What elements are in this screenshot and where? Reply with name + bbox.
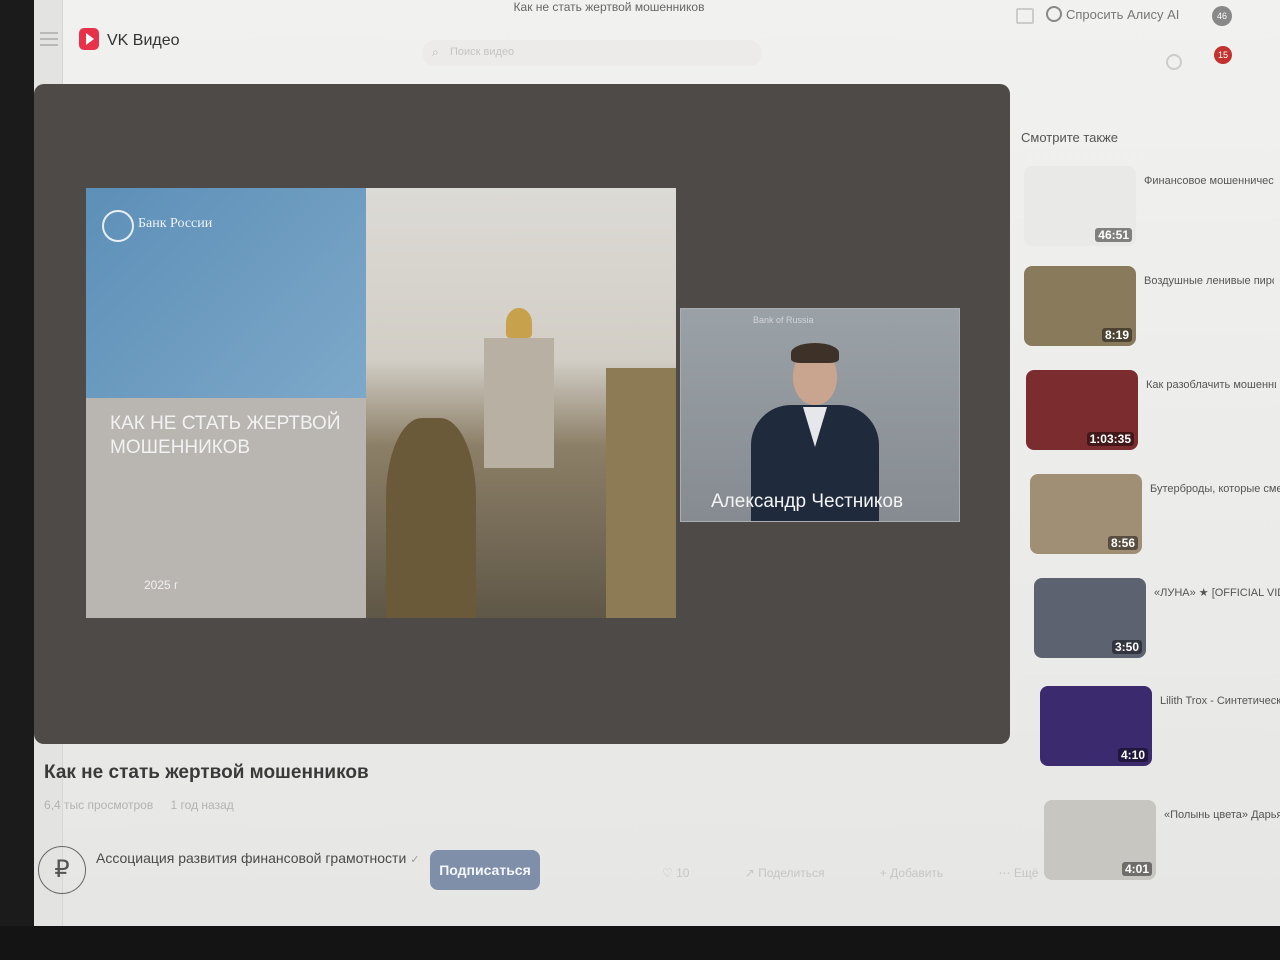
speaker-caption: Александр Честников xyxy=(711,491,904,512)
video-title: Как не стать жертвой мошенников xyxy=(44,762,369,783)
rec-title: Бутерброды, которые сметали за считаные xyxy=(1150,483,1280,495)
rec-thumbnail: 8:19 xyxy=(1024,266,1136,346)
menu-icon[interactable] xyxy=(40,32,58,46)
like-count: 10 xyxy=(676,866,690,880)
ask-alice-button[interactable]: Спросить Алису AI xyxy=(1046,6,1179,22)
speaker-video: Bank of Russia Александр Честников xyxy=(680,308,960,522)
rec-item[interactable]: 8:56 Бутерброды, которые сметали за счит… xyxy=(1030,474,1280,564)
share-button[interactable]: ↗ Поделиться xyxy=(745,866,851,880)
search-icon: ⌕ xyxy=(432,45,439,59)
cast-icon[interactable] xyxy=(1016,8,1034,24)
rec-thumbnail: 4:01 xyxy=(1044,800,1156,880)
subscribe-button[interactable]: Подписаться xyxy=(430,850,540,890)
search-placeholder: Поиск видео xyxy=(450,46,515,58)
projected-screen: Как не стать жертвой мошенников ▭ ⌂ ↗ ◷ … xyxy=(34,0,1280,926)
rec-title: Воздушные ленивые пирожки с фруктами xyxy=(1144,275,1274,287)
video-meta: 6,4 тыс просмотров 1 год назад xyxy=(44,798,248,812)
ask-alice-label: Спросить Алису AI xyxy=(1066,7,1180,22)
projector-frame-bottom xyxy=(0,926,1280,960)
verified-icon: ✓ xyxy=(410,854,420,866)
slide-title: Как не стать жертвой мошенников xyxy=(110,413,341,458)
upload-age: 1 год назад xyxy=(170,798,234,812)
rec-item[interactable]: 4:10 Lilith Trox - Синтетическая вода (В… xyxy=(1040,686,1280,776)
rec-duration: 8:19 xyxy=(1101,328,1132,342)
rec-duration: 4:01 xyxy=(1121,862,1152,876)
vk-video-logo-icon[interactable] xyxy=(79,28,99,50)
speaker-watermark: Bank of Russia xyxy=(753,315,814,325)
rec-title: «Полынь цвета» Дарья Котова | Пр xyxy=(1164,809,1280,821)
refresh-icon[interactable] xyxy=(1166,54,1182,70)
share-label: Поделиться xyxy=(758,866,825,880)
rec-item[interactable]: 8:19 Воздушные ленивые пирожки с фруктам… xyxy=(1024,266,1274,356)
rec-title: Финансовое мошенничество в... xyxy=(1144,175,1274,187)
rec-thumbnail: 3:50 xyxy=(1034,578,1146,658)
rec-item[interactable]: 46:51 Финансовое мошенничество в... xyxy=(1024,166,1274,256)
rec-title: «ЛУНА» ★ [OFFICIAL VIDEO] xyxy=(1154,587,1280,599)
search-input[interactable]: ⌕ Поиск видео xyxy=(422,40,762,66)
channel-avatar[interactable]: ₽ xyxy=(38,846,86,894)
notifications-badge[interactable]: 15 xyxy=(1214,46,1232,64)
rec-thumbnail: 1:03:35 xyxy=(1026,370,1138,450)
browser-tab-title: Как не стать жертвой мошенников xyxy=(513,0,705,14)
rec-duration: 3:50 xyxy=(1111,640,1142,654)
slide-year: 2025 г xyxy=(144,578,179,592)
rec-thumbnail: 46:51 xyxy=(1024,166,1136,246)
rec-item[interactable]: 3:50 «ЛУНА» ★ [OFFICIAL VIDEO] xyxy=(1034,578,1280,668)
rec-item[interactable]: 4:01 «Полынь цвета» Дарья Котова | Пр xyxy=(1044,800,1280,890)
rec-thumbnail: 4:10 xyxy=(1040,686,1152,766)
channel-name[interactable]: Ассоциация развития финансовой грамотнос… xyxy=(96,850,419,866)
rail-heading: Смотрите также xyxy=(1021,130,1119,145)
city-photo xyxy=(366,188,676,618)
rec-duration: 46:51 xyxy=(1095,228,1132,242)
bank-name: Банк России xyxy=(138,216,213,231)
presentation-slide: Банк России Как не стать жертвой мошенни… xyxy=(86,188,676,618)
video-player[interactable]: Банк России Как не стать жертвой мошенни… xyxy=(34,84,1010,744)
rec-thumbnail: 8:56 xyxy=(1030,474,1142,554)
rec-duration: 1:03:35 xyxy=(1086,432,1134,446)
rec-duration: 8:56 xyxy=(1107,536,1138,550)
rec-item[interactable]: 1:03:35 Как разоблачить мошенника, и ког… xyxy=(1026,370,1276,460)
brand-name[interactable]: VK Видео xyxy=(107,32,180,50)
view-count: 6,4 тыс просмотров xyxy=(44,798,154,812)
like-button[interactable]: ♡ 10 xyxy=(662,866,715,880)
rec-duration: 4:10 xyxy=(1117,748,1148,762)
rec-title: Как разоблачить мошенника, и когда ИИ xyxy=(1146,379,1276,391)
add-button[interactable]: + Добавить xyxy=(880,866,969,880)
bank-emblem-icon xyxy=(102,210,134,242)
rec-title: Lilith Trox - Синтетическая вода (Все вк… xyxy=(1160,695,1280,707)
alice-icon xyxy=(1046,6,1062,22)
profile-avatar[interactable]: 46 xyxy=(1212,6,1232,26)
add-label: Добавить xyxy=(890,866,944,880)
video-actions: ♡ 10 ↗ Поделиться + Добавить ⋯ Ещё xyxy=(662,866,1090,880)
more-label: Ещё xyxy=(1013,866,1039,880)
channel-name-text: Ассоциация развития финансовой грамотнос… xyxy=(96,850,407,866)
